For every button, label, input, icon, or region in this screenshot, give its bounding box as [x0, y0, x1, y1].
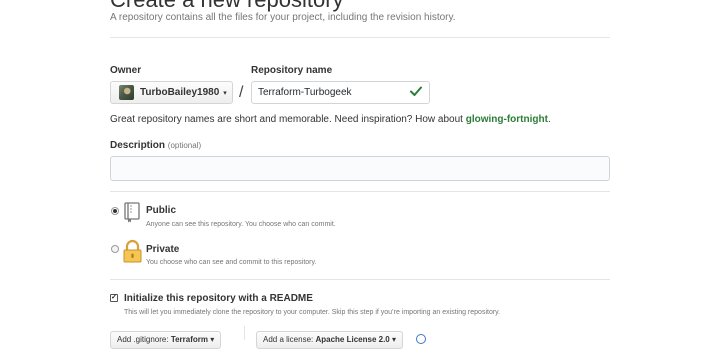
name-hint-suffix: .	[547, 114, 551, 125]
owner-label: Owner	[110, 65, 142, 76]
public-title: Public	[146, 205, 177, 216]
private-description: You choose who can see and commit to thi…	[146, 259, 317, 266]
description-label: Description (optional)	[110, 140, 201, 151]
repo-book-icon	[124, 202, 140, 223]
owner-name: TurboBailey1980	[140, 87, 220, 98]
public-description: Anyone can see this repository. You choo…	[146, 221, 336, 228]
lock-icon	[123, 239, 142, 263]
avatar	[119, 85, 134, 100]
description-label-text: Description	[110, 140, 166, 151]
license-select-button[interactable]: Add a license: Apache License 2.0 ▾	[256, 331, 403, 349]
name-suggestion-link[interactable]: glowing-fortnight	[466, 114, 548, 125]
info-icon[interactable]	[416, 334, 426, 344]
divider	[110, 279, 610, 280]
repo-name-label: Repository name	[251, 65, 333, 76]
description-input[interactable]	[110, 156, 610, 181]
owner-select-button[interactable]: TurboBailey1980 ▾	[110, 81, 233, 104]
private-radio[interactable]	[111, 245, 119, 253]
optional-tag: (optional)	[167, 141, 202, 150]
private-title: Private	[146, 244, 180, 255]
gitignore-select-button[interactable]: Add .gitignore: Terraform ▾	[110, 331, 222, 349]
page-subtitle: A repository contains all the files for …	[110, 12, 456, 23]
chevron-down-icon: ▾	[223, 89, 227, 97]
repo-name-input[interactable]	[251, 81, 430, 104]
divider	[110, 191, 610, 192]
init-readme-checkbox[interactable]: ✓	[110, 294, 118, 302]
init-readme-label: Initialize this repository with a README	[124, 293, 313, 304]
public-radio[interactable]	[111, 207, 119, 215]
owner-repo-separator: /	[239, 84, 244, 101]
check-icon	[410, 86, 422, 96]
init-readme-description: This will let you immediately clone the …	[124, 309, 501, 316]
divider	[244, 326, 245, 340]
divider	[110, 37, 610, 38]
name-hint: Great repository names are short and mem…	[110, 114, 551, 125]
name-hint-text: Great repository names are short and mem…	[110, 114, 466, 125]
